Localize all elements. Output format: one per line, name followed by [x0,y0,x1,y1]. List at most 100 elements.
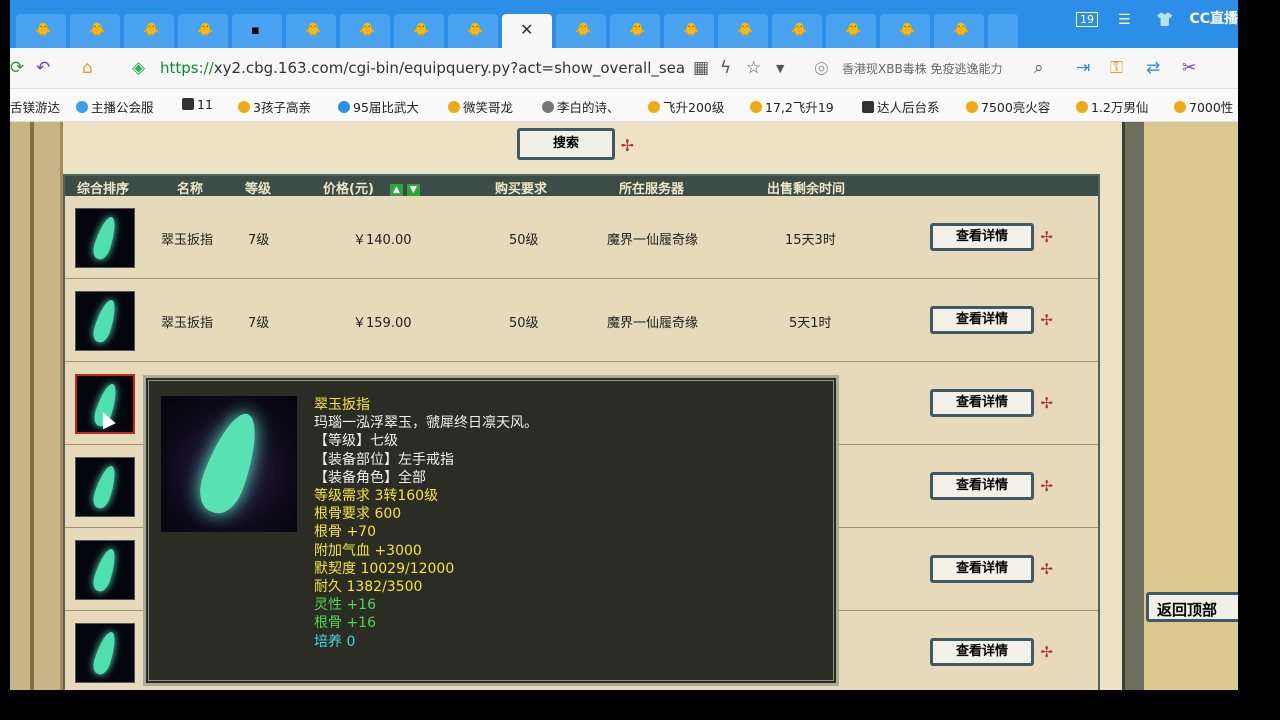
streamer-logo: CC直播 [1189,11,1238,27]
forward-icon[interactable]: ⟳ [10,58,24,78]
browser-tab[interactable]: 🐥 [70,14,120,48]
bookmark-item[interactable]: 3孩子高亲 [238,97,311,116]
browser-tab[interactable]: 🐥 [124,14,174,48]
sort-up-icon[interactable]: ▲ [389,184,403,196]
favicon-icon: 🐥 [791,23,808,38]
skin-icon[interactable]: 👕 [1156,12,1173,28]
favicon-icon: 🐥 [35,23,52,38]
browser-tab[interactable]: 🐥 [340,14,390,48]
column-header-price: 价格(元) ▲ ▼ [323,178,420,197]
bookmark-item[interactable]: 舌镁游达 [10,97,60,116]
close-tab-icon[interactable]: ✕ [520,20,533,39]
browser-tab[interactable]: 🐥 [772,14,822,48]
browser-tab[interactable]: 🐥 [934,14,984,48]
view-details-button[interactable]: 查看详情 ✢ [930,472,1053,500]
browser-tab[interactable]: 🐥 [826,14,876,48]
search-button[interactable]: 搜索 ✢ [517,128,634,160]
tassel-icon: ✢ [1040,643,1053,661]
table-header: 综合排序 名称 等级 价格(元) ▲ ▼ 购买要求 所在服务器 出售剩余时间 [63,174,1100,198]
browser-tab[interactable]: 🐥 [880,14,930,48]
jade-ring-icon [90,214,120,262]
login-icon[interactable]: ⇥ [1076,58,1090,78]
tooltip-line: 【等级】七级 [314,433,398,450]
qr-icon[interactable]: ▦ [693,58,709,78]
bookmark-item[interactable]: 1.2万男仙 [1076,97,1148,116]
column-header-sort[interactable]: 综合排序 [77,178,129,197]
view-details-button[interactable]: 查看详情 ✢ [930,223,1053,251]
translate-icon[interactable]: ⇄ [1146,58,1160,78]
bookmark-item[interactable]: 李白的诗、 [542,97,620,116]
item-price: ￥159.00 [353,316,412,331]
address-bar: ⟳ ↶ ⌂ ◈ https://xy2.cbg.163.com/cgi-bin/… [10,48,1238,89]
favicon-icon [448,101,460,113]
tassel-icon: ✢ [1040,560,1053,578]
decorative-frame-left [10,122,63,690]
item-thumbnail[interactable] [75,457,135,517]
lightning-icon[interactable]: ϟ [720,58,731,78]
tassel-icon: ✢ [1040,228,1053,246]
column-header-time-left: 出售剩余时间 [767,182,846,197]
news-ticker[interactable]: 香港现XBB毒株 免疫逃逸能力 [842,60,1037,77]
tooltip-line: 根骨要求 600 [314,506,402,523]
tassel-icon: ✢ [1040,394,1053,412]
key-icon[interactable]: ⚿ [1110,58,1123,78]
favicon-icon: 🐥 [575,23,592,38]
favicon-icon: 🐥 [197,23,214,38]
favicon-icon [182,98,194,110]
bookmark-item[interactable]: 7500亮火容 [966,97,1050,116]
item-thumbnail[interactable] [75,540,135,600]
bookmark-item[interactable]: 飞升200级 [648,97,724,116]
undo-icon[interactable]: ↶ [36,58,50,78]
bookmark-item[interactable]: 95届比武大 [338,97,419,116]
view-details-button[interactable]: 查看详情 ✢ [930,555,1053,583]
item-thumbnail[interactable] [75,208,135,268]
bookmark-item[interactable]: 11 [182,97,213,112]
favicon-icon: 🐥 [683,23,700,38]
item-thumbnail[interactable] [75,623,135,683]
item-level: 7级 [248,233,270,248]
home-icon[interactable]: ⌂ [82,58,93,78]
browser-tab[interactable]: 🐥 [664,14,714,48]
browser-tab[interactable]: 🐥 [178,14,228,48]
new-tab-button[interactable] [988,14,1018,48]
tassel-icon: ✢ [1040,311,1053,329]
bookmark-item[interactable]: 微笑哥龙 [448,97,513,116]
item-thumbnail[interactable] [75,291,135,351]
item-requirement: 50级 [509,233,539,248]
star-icon[interactable]: ☆ [746,58,761,78]
browser-tab[interactable]: 🐥 [556,14,606,48]
browser-tab[interactable]: ▪ [232,14,282,48]
browser-tab-active[interactable]: ✕ [502,14,552,48]
scissors-icon[interactable]: ✂ [1182,58,1196,78]
favicon-icon [76,101,88,113]
favicon-icon: 🐥 [89,23,106,38]
view-details-button[interactable]: 查看详情 ✢ [930,638,1053,666]
browser-tab[interactable]: 🐥 [610,14,660,48]
back-to-top-button[interactable]: 返回顶部 [1146,592,1238,622]
item-tooltip: 翠玉扳指 玛瑙一泓浮翠玉，虢犀终日凛天风。 【等级】七级 【装备部位】左手戒指 … [143,375,839,686]
view-details-button[interactable]: 查看详情 ✢ [930,306,1053,334]
favicon-icon [338,101,350,113]
tooltip-title: 翠玉扳指 [314,397,370,413]
chevron-down-icon[interactable]: ▼ [776,62,784,75]
sort-down-icon[interactable]: ▼ [406,184,420,196]
bookmark-item[interactable]: 7000性 [1174,97,1233,116]
browser-tab[interactable]: 🐥 [16,14,66,48]
browser-tab[interactable]: 🐥 [448,14,498,48]
browser-tab[interactable]: 🐥 [718,14,768,48]
tooltip-line: 培养 0 [314,633,356,650]
item-name: 翠玉扳指 [161,316,214,331]
bookmark-item[interactable]: 17,2飞升19 [750,97,834,116]
browser-tab[interactable]: 🐥 [394,14,444,48]
search-icon[interactable]: ⌕ [1034,58,1044,78]
browser-tab[interactable]: 🐥 [286,14,336,48]
bookmark-item[interactable]: 达人后台系 [862,97,940,116]
shield-icon: ◈ [132,58,146,78]
url-input[interactable]: https://xy2.cbg.163.com/cgi-bin/equipque… [160,59,700,77]
tooltip-line: 根骨 +70 [314,524,376,541]
view-details-button[interactable]: 查看详情 ✢ [930,389,1053,417]
item-name: 翠玉扳指 [161,233,214,248]
bookmark-item[interactable]: 主播公会服 [76,97,154,116]
table-row: 翠玉扳指 7级 ￥159.00 50级 魔界一仙履奇缘 5天1时 查看详情 ✢ [65,279,1098,362]
menu-icon[interactable]: ☰ [1118,12,1131,28]
